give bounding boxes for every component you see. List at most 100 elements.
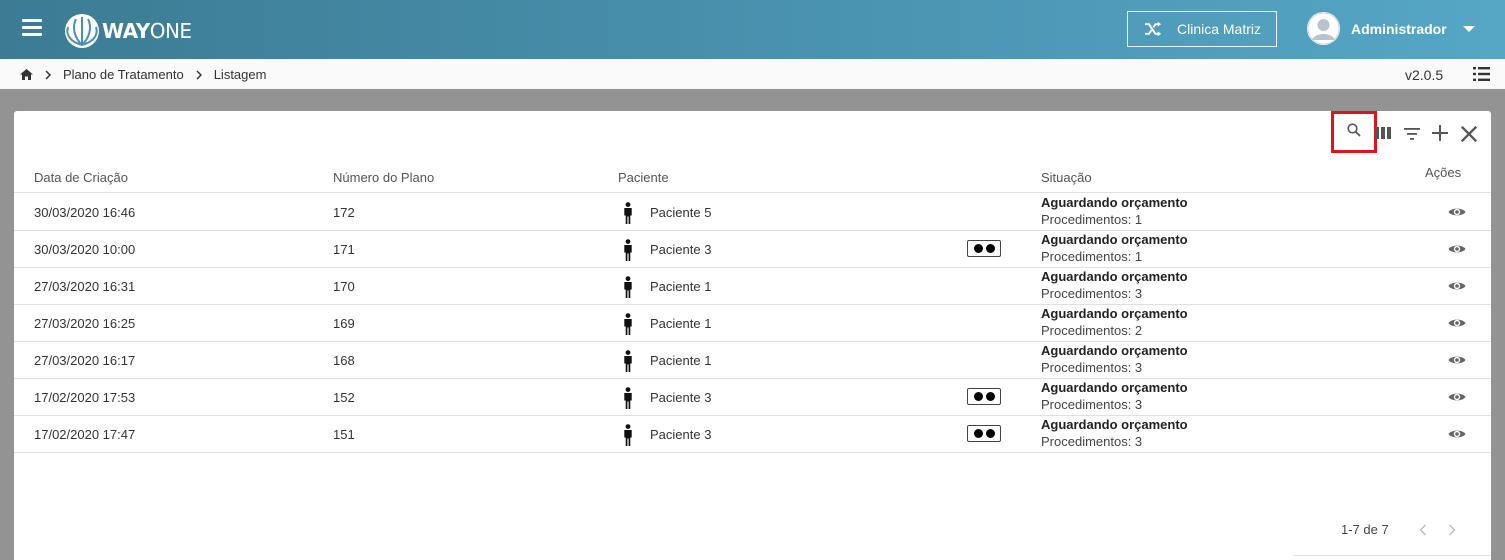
search-button[interactable] xyxy=(1331,111,1377,153)
row-patient-name[interactable]: Paciente 1 xyxy=(650,279,711,294)
person-icon xyxy=(624,350,632,372)
row-status: Aguardando orçamento Procedimentos: 3 xyxy=(1041,343,1188,375)
row-date: 30/03/2020 10:00 xyxy=(34,242,136,257)
dot-icon xyxy=(985,429,995,438)
table-row[interactable]: 27/03/2020 16:17 168 Paciente 1 Aguardando … xyxy=(14,342,1491,379)
avatar xyxy=(1307,12,1340,45)
status-title: Aguardando orçamento xyxy=(1041,306,1188,321)
user-name: Administrador xyxy=(1351,20,1447,37)
caret-down-icon xyxy=(1462,25,1475,32)
procedures-count: Procedimentos: 1 xyxy=(1041,212,1143,227)
table-header: Data de Criação Número do Plano Paciente… xyxy=(14,153,1491,193)
clinic-switch-button[interactable]: Clinica Matriz xyxy=(1127,11,1277,47)
dot-icon xyxy=(973,429,983,438)
top-bar: WAYONE Clinica Matriz Administrador xyxy=(0,0,1505,59)
add-icon[interactable] xyxy=(1432,125,1448,141)
table-row[interactable]: 27/03/2020 16:25 169 Paciente 1 Aguardando … xyxy=(14,305,1491,342)
row-status: Aguardando orçamento Procedimentos: 1 xyxy=(1041,195,1188,227)
row-date: 17/02/2020 17:47 xyxy=(34,427,136,442)
table-row[interactable]: 30/03/2020 16:46 172 Paciente 5 Aguardando … xyxy=(14,194,1491,231)
table-row[interactable]: 30/03/2020 10:00 171 Paciente 3 Aguardando … xyxy=(14,231,1491,268)
row-status: Aguardando orçamento Procedimentos: 3 xyxy=(1041,380,1188,412)
person-icon xyxy=(624,239,632,261)
procedures-count: Procedimentos: 3 xyxy=(1041,397,1143,412)
row-status: Aguardando orçamento Procedimentos: 3 xyxy=(1041,417,1188,449)
row-patient-name[interactable]: Paciente 3 xyxy=(650,427,711,442)
row-plan-number: 171 xyxy=(333,242,355,257)
breadcrumb-item-plano[interactable]: Plano de Tratamento xyxy=(63,67,184,82)
person-icon xyxy=(624,276,632,298)
eye-icon[interactable] xyxy=(1448,243,1466,255)
breadcrumb-item-listagem: Listagem xyxy=(213,67,267,82)
chevron-right-icon[interactable] xyxy=(1447,524,1457,536)
procedures-count: Procedimentos: 3 xyxy=(1041,434,1143,449)
table-row[interactable]: 17/02/2020 17:47 151 Paciente 3 Aguardando … xyxy=(14,416,1491,453)
row-date: 17/02/2020 17:53 xyxy=(34,390,136,405)
table-row[interactable]: 17/02/2020 17:53 152 Paciente 3 Aguardando … xyxy=(14,379,1491,416)
eye-icon[interactable] xyxy=(1448,317,1466,329)
status-title: Aguardando orçamento xyxy=(1041,269,1188,284)
columns-icon[interactable] xyxy=(1375,125,1391,141)
app-version: v2.0.5 xyxy=(1405,67,1444,83)
person-icon xyxy=(624,202,632,224)
procedures-count: Procedimentos: 3 xyxy=(1041,360,1143,375)
dot-icon xyxy=(973,392,983,401)
pagination-range: 1-7 de 7 xyxy=(1341,522,1389,537)
dot-icon xyxy=(985,244,995,253)
plan-list-card: Data de Criação Número do Plano Paciente… xyxy=(14,111,1491,560)
row-date: 30/03/2020 16:46 xyxy=(34,205,136,220)
chevron-left-icon[interactable] xyxy=(1418,524,1428,536)
logo-text: WAYONE xyxy=(102,19,192,43)
row-patient-name[interactable]: Paciente 3 xyxy=(650,390,711,405)
close-icon[interactable] xyxy=(1461,126,1477,142)
row-plan-number: 172 xyxy=(333,205,355,220)
eye-icon[interactable] xyxy=(1448,391,1466,403)
list-icon[interactable] xyxy=(1473,67,1490,81)
breadcrumb: Plano de Tratamento Listagem xyxy=(20,67,266,82)
status-title: Aguardando orçamento xyxy=(1041,343,1188,358)
app-logo[interactable]: WAYONE xyxy=(64,13,192,49)
row-patient-name[interactable]: Paciente 5 xyxy=(650,205,711,220)
eye-icon[interactable] xyxy=(1448,354,1466,366)
row-patient-name[interactable]: Paciente 3 xyxy=(650,242,711,257)
column-header-patient[interactable]: Paciente xyxy=(618,170,669,185)
row-status: Aguardando orçamento Procedimentos: 1 xyxy=(1041,232,1188,264)
row-date: 27/03/2020 16:25 xyxy=(34,316,136,331)
breadcrumb-bar: Plano de Tratamento Listagem v2.0.5 xyxy=(0,59,1505,89)
procedures-count: Procedimentos: 2 xyxy=(1041,323,1143,338)
column-header-actions: Ações xyxy=(1425,165,1462,180)
eye-icon[interactable] xyxy=(1448,428,1466,440)
identification-badge xyxy=(967,388,1001,405)
search-icon xyxy=(1347,123,1361,137)
home-icon[interactable] xyxy=(20,69,33,80)
column-header-status[interactable]: Situação xyxy=(1041,170,1092,185)
status-title: Aguardando orçamento xyxy=(1041,232,1188,247)
dot-icon xyxy=(985,392,995,401)
menu-icon[interactable] xyxy=(22,19,42,37)
pagination-divider xyxy=(1293,555,1491,556)
table-toolbar xyxy=(14,111,1491,153)
person-icon xyxy=(624,424,632,446)
dot-icon xyxy=(973,244,983,253)
procedures-count: Procedimentos: 1 xyxy=(1041,249,1143,264)
column-header-number[interactable]: Número do Plano xyxy=(333,170,434,185)
user-avatar-icon xyxy=(1307,12,1340,45)
column-header-date[interactable]: Data de Criação xyxy=(34,170,128,185)
user-menu[interactable]: Administrador xyxy=(1307,12,1475,45)
logo-mark-icon xyxy=(65,14,99,48)
row-patient-name[interactable]: Paciente 1 xyxy=(650,353,711,368)
table-row[interactable]: 27/03/2020 16:31 170 Paciente 1 Aguardando … xyxy=(14,268,1491,305)
eye-icon[interactable] xyxy=(1448,280,1466,292)
row-date: 27/03/2020 16:17 xyxy=(34,353,136,368)
identification-badge xyxy=(967,425,1001,442)
status-title: Aguardando orçamento xyxy=(1041,380,1188,395)
eye-icon[interactable] xyxy=(1448,206,1466,218)
row-date: 27/03/2020 16:31 xyxy=(34,279,136,294)
person-icon xyxy=(624,313,632,335)
row-patient-name[interactable]: Paciente 1 xyxy=(650,316,711,331)
person-icon xyxy=(624,387,632,409)
chevron-right-icon xyxy=(196,69,202,80)
row-status: Aguardando orçamento Procedimentos: 3 xyxy=(1041,269,1188,301)
filter-icon[interactable] xyxy=(1404,126,1420,142)
identification-badge xyxy=(967,240,1001,257)
